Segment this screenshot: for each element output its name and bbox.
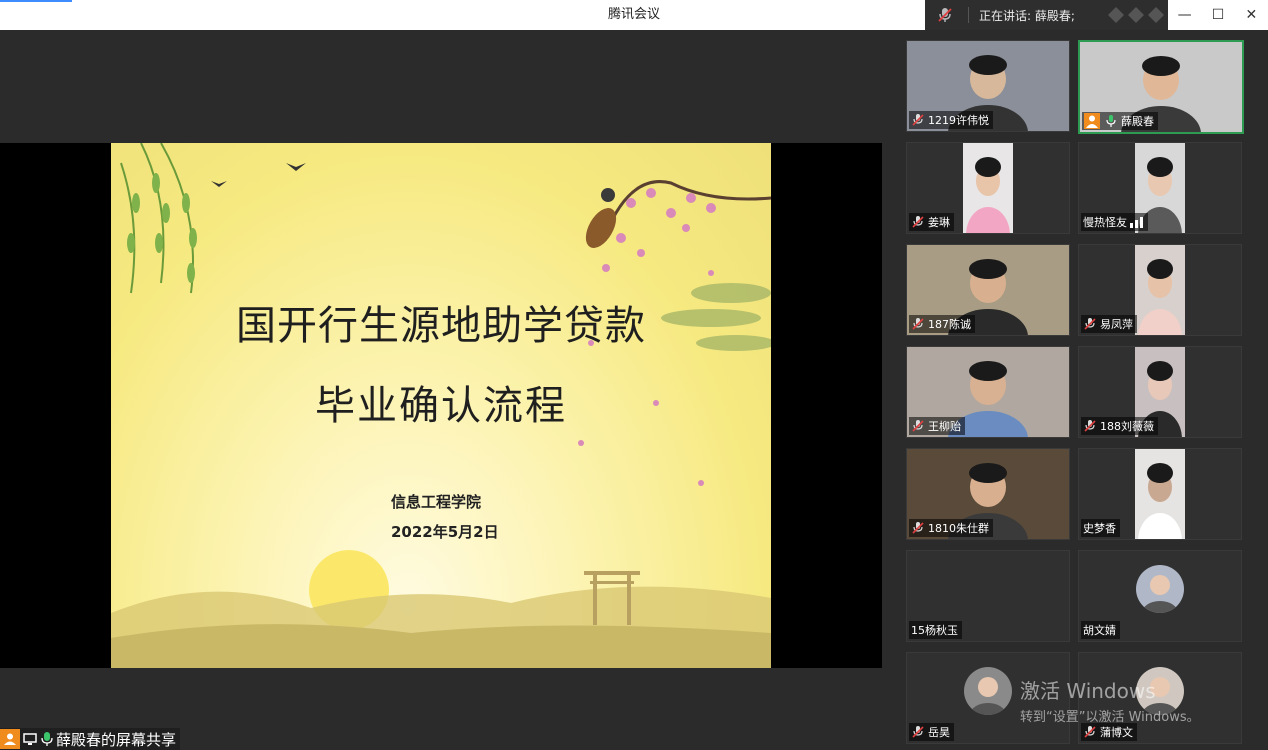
watermark-line1: 激活 Windows (1020, 679, 1156, 703)
participant-name: 慢热怪友 (1083, 216, 1127, 229)
mic-muted-icon (938, 8, 952, 22)
participant-name-label: 胡文婧 (1081, 621, 1120, 639)
participant-name-label: 薛殿春 (1082, 112, 1158, 130)
mic-muted-icon (912, 420, 924, 432)
presentation-slide: 国开行生源地助学贷款 毕业确认流程 信息工程学院 2022年5月2日 (111, 143, 771, 668)
participant-name-label: 岳昊 (909, 723, 954, 741)
mic-muted-icon (1084, 318, 1096, 330)
participant-tile[interactable]: 1219许伟悦 (906, 40, 1070, 132)
participant-tile[interactable]: 187陈诚 (906, 244, 1070, 336)
participant-tile[interactable]: 薛殿春 (1078, 40, 1244, 134)
host-badge-icon (1084, 113, 1100, 129)
participant-name: 1810朱仕群 (928, 522, 989, 535)
participant-tile[interactable]: 胡文婧 (1078, 550, 1242, 642)
participant-tile[interactable]: 慢热怪友 (1078, 142, 1242, 234)
participant-name-label: 蒲博文 (1081, 723, 1137, 741)
participant-name-label: 易凤萍 (1081, 315, 1137, 333)
watermark-line2: 转到“设置”以激活 Windows。 (1020, 710, 1200, 725)
participant-panel: 1219许伟悦 薛殿春姜琳 慢热怪友 187陈诚 易凤萍王柳贻 188刘薇薇 1810朱仕群… (882, 30, 1268, 750)
participant-tile[interactable]: 15杨秋玉 (906, 550, 1070, 642)
participant-name-label: 1810朱仕群 (909, 519, 993, 537)
participant-name-label: 史梦香 (1081, 519, 1120, 537)
participant-tile[interactable]: 王柳贻 (906, 346, 1070, 438)
maximize-button[interactable]: ☐ (1203, 7, 1233, 23)
slide-organization: 信息工程学院 (391, 493, 482, 511)
participant-tile[interactable]: 史梦香 (1078, 448, 1242, 540)
participant-tile[interactable]: 188刘薇薇 (1078, 346, 1242, 438)
participant-name: 蒲博文 (1100, 726, 1133, 739)
participant-name: 薛殿春 (1121, 115, 1154, 128)
participant-tile[interactable]: 姜琳 (906, 142, 1070, 234)
participant-name: 姜琳 (928, 216, 950, 229)
participant-name-label: 187陈诚 (909, 315, 975, 333)
participant-name-label: 王柳贻 (909, 417, 965, 435)
participant-name: 187陈诚 (928, 318, 971, 331)
mic-muted-icon (912, 216, 924, 228)
participant-name: 岳昊 (928, 726, 950, 739)
mic-muted-icon (912, 726, 924, 738)
participant-video (1135, 245, 1185, 335)
slide-date: 2022年5月2日 (391, 523, 499, 541)
share-label-text: 薛殿春的屏幕共享 (56, 730, 177, 749)
mic-muted-icon (1084, 420, 1096, 432)
close-button[interactable]: ✕ (1236, 7, 1266, 23)
minimize-button[interactable]: — (1170, 7, 1200, 23)
mic-on-icon (40, 729, 54, 749)
participant-video (1135, 449, 1185, 539)
participant-name-label: 姜琳 (909, 213, 954, 231)
screen-share-icon (20, 729, 40, 749)
participant-name: 胡文婧 (1083, 624, 1116, 637)
participant-name-label: 188刘薇薇 (1081, 417, 1158, 435)
participant-name: 易凤萍 (1100, 318, 1133, 331)
participant-name: 188刘薇薇 (1100, 420, 1154, 433)
slide-title-line2: 毕业确认流程 (315, 383, 567, 429)
signal-icon (1108, 7, 1164, 23)
speaking-text: 正在讲话: 薛殿春; (979, 8, 1075, 23)
separator (968, 7, 969, 23)
participant-name: 王柳贻 (928, 420, 961, 433)
mic-muted-icon (912, 522, 924, 534)
participant-video (963, 143, 1013, 233)
mic-muted-icon (912, 318, 924, 330)
participant-name-label: 15杨秋玉 (909, 621, 962, 639)
participant-tile[interactable]: 1810朱仕群 (906, 448, 1070, 540)
participant-name: 史梦香 (1083, 522, 1116, 535)
participant-name-label: 1219许伟悦 (909, 111, 993, 129)
windows-activation-watermark: 激活 Windows 转到“设置”以激活 Windows。 (1020, 675, 1200, 725)
slide-title-line1: 国开行生源地助学贷款 (236, 303, 646, 349)
avatar (964, 667, 1012, 715)
avatar (1136, 565, 1184, 613)
host-badge-icon (0, 729, 20, 749)
mic-muted-icon (912, 114, 924, 126)
mic-muted-icon (1084, 726, 1096, 738)
participant-name: 15杨秋玉 (911, 624, 958, 637)
window-controls: — ☐ ✕ (1168, 0, 1268, 30)
audio-level-icon (1130, 217, 1143, 228)
screen-share-label: 薛殿春的屏幕共享 (0, 728, 181, 750)
participant-name-label: 慢热怪友 (1081, 213, 1148, 231)
mic-on-icon (1106, 115, 1116, 127)
shared-screen-area: 国开行生源地助学贷款 毕业确认流程 信息工程学院 2022年5月2日 (0, 30, 882, 750)
participant-name: 1219许伟悦 (928, 114, 989, 127)
title-bar: 腾讯会议 正在讲话: 薛殿春; — ☐ ✕ (0, 0, 1268, 30)
speaking-indicator: 正在讲话: 薛殿春; (925, 0, 1168, 30)
participant-tile[interactable]: 易凤萍 (1078, 244, 1242, 336)
